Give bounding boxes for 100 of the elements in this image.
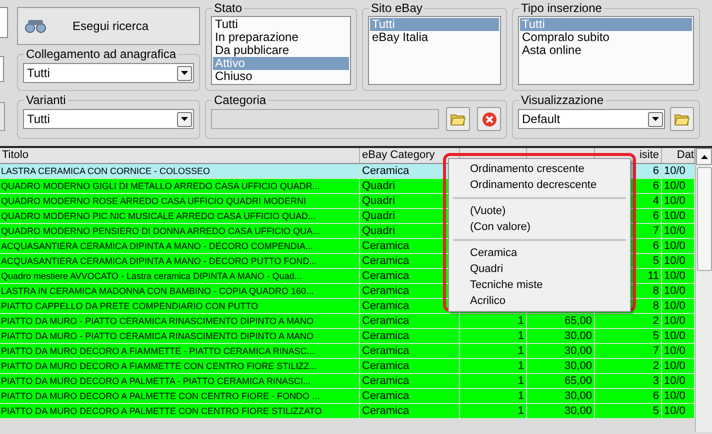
table-cell: 10/0 — [664, 255, 686, 267]
table-cell: PIATTO DA MURO DECORO A PALMETTA - PIATTO CERAMICA RINASCI... — [1, 376, 311, 386]
table-cell: Quadri — [362, 210, 396, 222]
table-cell: 6 — [652, 165, 659, 177]
table-cell: 1 — [518, 315, 524, 327]
column-header[interactable]: Titolo — [0, 148, 360, 163]
table-cell: 6 — [652, 210, 659, 222]
up-arrow-icon — [700, 154, 708, 158]
table-cell: 7 — [652, 225, 659, 237]
table-cell: 30,00 — [564, 360, 592, 372]
table-cell: 1 — [518, 330, 524, 342]
table-cell: 2 — [652, 360, 659, 372]
group-label: Varianti — [24, 93, 68, 107]
table-cell: 5 — [652, 330, 659, 342]
table-cell: 10/0 — [664, 330, 686, 342]
table-cell: QUADRO MODERNO PIC NIC MUSICALE ARREDO CASA UFFICIO QUAD... — [1, 211, 316, 221]
table-row[interactable]: PIATTO DA MURO - PIATTO CERAMICA RINASCIMENTO DIPINTO A MANO Ceramica 1 30,00 5 10/0 — [0, 329, 695, 344]
table-cell: 10/0 — [664, 390, 686, 402]
table-cell: QUADRO MODERNO PENSIERO DI DONNA ARREDO CASA UFFICIO QUA... — [1, 226, 320, 236]
table-cell: 6 — [652, 240, 659, 252]
table-cell: Ceramica — [362, 360, 410, 372]
search-button[interactable]: Esegui ricerca — [17, 7, 200, 45]
table-cell: 10/0 — [664, 270, 686, 282]
table-cell: 10/0 — [664, 240, 686, 252]
table-cell: QUADRO MODERNO ROSE ARREDO CASA UFFICIO QUADRI MODERNI — [1, 196, 306, 206]
menu-item[interactable]: Ordinamento decrescente — [449, 177, 630, 193]
scroll-up-button[interactable] — [696, 148, 712, 165]
table-cell: 30,00 — [564, 405, 592, 417]
scrollbar[interactable] — [695, 148, 712, 432]
group-label: Sito eBay — [369, 1, 424, 15]
table-cell: 10/0 — [664, 165, 686, 177]
list-item[interactable]: Tutti — [213, 18, 349, 31]
table-cell: 1 — [518, 390, 524, 402]
table-row[interactable]: PIATTO DA MURO - PIATTO CERAMICA RINASCIMENTO DIPINTO A MANO Ceramica 1 65,00 2 10/0 — [0, 314, 695, 329]
table-cell: Ceramica — [362, 270, 410, 282]
table-cell: 8 — [652, 285, 659, 297]
table-cell: 10/0 — [664, 345, 686, 357]
table-cell: 4 — [652, 195, 659, 207]
table-cell: PIATTO DA MURO DECORO A PALMETTE CON CENTRO FIORE STILIZZATO — [1, 406, 322, 416]
table-cell: 11 — [648, 270, 659, 282]
caret-icon — [648, 112, 663, 126]
table-cell: 10/0 — [664, 300, 686, 312]
table-cell: Ceramica — [362, 375, 410, 387]
table-cell: Ceramica — [362, 405, 410, 417]
list-item[interactable]: Chiuso — [213, 70, 349, 83]
table-cell: LASTRA CERAMICA CON CORNICE - COLOSSEO — [1, 166, 210, 176]
table-cell: Ceramica — [362, 330, 410, 342]
dropdown[interactable]: Tutti — [23, 109, 194, 129]
table-row[interactable]: PIATTO DA MURO DECORO A FIAMMETTE CON CENTRO FIORE STILIZZ... Ceramica 1 30,00 2 10/0 — [0, 359, 695, 374]
table-cell: Ceramica — [362, 300, 410, 312]
table-cell: 1 — [518, 375, 524, 387]
table-row[interactable]: PIATTO DA MURO DECORO A PALMETTE CON CENTRO FIORE STILIZZATO Ceramica 1 30,00 5 10/0 — [0, 404, 695, 419]
icon-button[interactable] — [477, 107, 501, 131]
list-item[interactable]: eBay Italia — [370, 31, 499, 44]
table-cell: Quadri — [362, 180, 396, 192]
folder-icon — [674, 112, 690, 126]
group-label: Visualizzazione — [519, 93, 606, 107]
dropdown-value: Tutti — [27, 65, 50, 82]
menu-item[interactable]: Ordinamento crescente — [449, 161, 630, 177]
table-cell: ACQUASANTIERA CERAMICA DIPINTA A MANO - DECORO COMPENDIA... — [1, 241, 313, 251]
table-cell: 5 — [652, 255, 659, 267]
dropdown[interactable]: Default — [518, 109, 665, 129]
table-cell: 30,00 — [564, 345, 592, 357]
table-cell: 10/0 — [664, 285, 686, 297]
group-label: Categoria — [212, 93, 268, 107]
list-item[interactable]: Da pubblicare — [213, 44, 349, 57]
table-cell: 10/0 — [664, 315, 686, 327]
dropdown-value: Default — [522, 111, 560, 128]
table-cell: 8 — [652, 300, 659, 312]
table-cell: 6 — [652, 390, 659, 402]
table-row[interactable]: PIATTO DA MURO DECORO A PALMETTE CON CENTRO FIORE - FONDO ... Ceramica 1 30,00 6 10/0 — [0, 389, 695, 404]
folder-icon — [450, 112, 466, 126]
table-cell: Ceramica — [362, 165, 410, 177]
table-cell: LASTRA IN CERAMICA MADONNA CON BAMBINO - COPIA QUADRO 160... — [1, 286, 314, 296]
table-cell: PIATTO DA MURO - PIATTO CERAMICA RINASCIMENTO DIPINTO A MANO — [1, 316, 314, 326]
dropdown[interactable]: Tutti — [23, 63, 194, 83]
list-item[interactable]: In preparazione — [213, 31, 349, 44]
table-cell: 10/0 — [664, 180, 686, 192]
table-cell: 65,00 — [564, 375, 592, 387]
table-cell: PIATTO DA MURO DECORO A FIAMMETTE - PIATTO CERAMICA RINASC... — [1, 346, 314, 356]
table-cell: ACQUASANTIERA CERAMICA DIPINTA A MANO - DECORO PUTTO FOND... — [1, 256, 317, 266]
scroll-thumb[interactable] — [696, 167, 712, 271]
table-row[interactable]: PIATTO DA MURO DECORO A PALMETTA - PIATTO CERAMICA RINASCI... Ceramica 1 65,00 3 10/0 — [0, 374, 695, 389]
table-cell: Ceramica — [362, 285, 410, 297]
table-cell: Ceramica — [362, 345, 410, 357]
table-cell: 5 — [652, 405, 659, 417]
table-cell: PIATTO DA MURO - PIATTO CERAMICA RINASCIMENTO DIPINTO A MANO — [1, 331, 314, 341]
table-cell: 1 — [518, 405, 524, 417]
list-item[interactable]: Asta online — [520, 44, 692, 57]
table-cell: 10/0 — [664, 360, 686, 372]
list-item[interactable]: Compralo subito — [520, 31, 692, 44]
table-cell: 10/0 — [664, 210, 686, 222]
icon-button[interactable] — [446, 107, 470, 131]
dropdown-value: Tutti — [27, 111, 50, 128]
caret-icon — [177, 66, 192, 80]
icon-button[interactable] — [670, 107, 694, 131]
table-row[interactable]: PIATTO DA MURO DECORO A FIAMMETTE - PIATTO CERAMICA RINASC... Ceramica 1 30,00 7 10/0 — [0, 344, 695, 359]
table-cell: 6 — [652, 180, 659, 192]
table-cell: QUADRO MODERNO GIGLI DI METALLO ARREDO CASA UFFICIO QUADR... — [1, 181, 320, 191]
table-cell: 10/0 — [664, 195, 686, 207]
